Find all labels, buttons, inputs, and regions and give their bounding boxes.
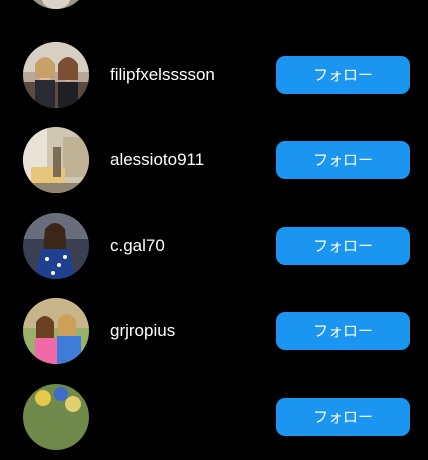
follow-button[interactable]: フォロー <box>276 227 410 265</box>
avatar[interactable] <box>23 384 89 450</box>
avatar[interactable] <box>23 298 89 364</box>
avatar[interactable] <box>23 127 89 193</box>
suggested-users-list: フォロー filipfxelsssson フォロー <box>0 0 428 450</box>
username[interactable]: filipfxelsssson <box>110 65 215 85</box>
username[interactable]: grjropius <box>110 321 175 341</box>
username[interactable]: c.gal70 <box>110 236 165 256</box>
list-item: alessioto911 フォロー <box>0 117 428 203</box>
avatar[interactable] <box>23 42 89 108</box>
avatar[interactable] <box>23 0 89 9</box>
list-item: c.gal70 フォロー <box>0 203 428 289</box>
follow-button[interactable]: フォロー <box>276 398 410 436</box>
username[interactable]: alessioto911 <box>110 150 204 170</box>
list-item: フォロー <box>0 374 428 460</box>
list-item: grjropius フォロー <box>0 288 428 374</box>
avatar[interactable] <box>23 213 89 279</box>
follow-button[interactable]: フォロー <box>276 56 410 94</box>
follow-button[interactable]: フォロー <box>276 141 410 179</box>
follow-button[interactable]: フォロー <box>276 312 410 350</box>
list-item: filipfxelsssson フォロー <box>0 32 428 118</box>
list-item: フォロー <box>0 0 428 19</box>
